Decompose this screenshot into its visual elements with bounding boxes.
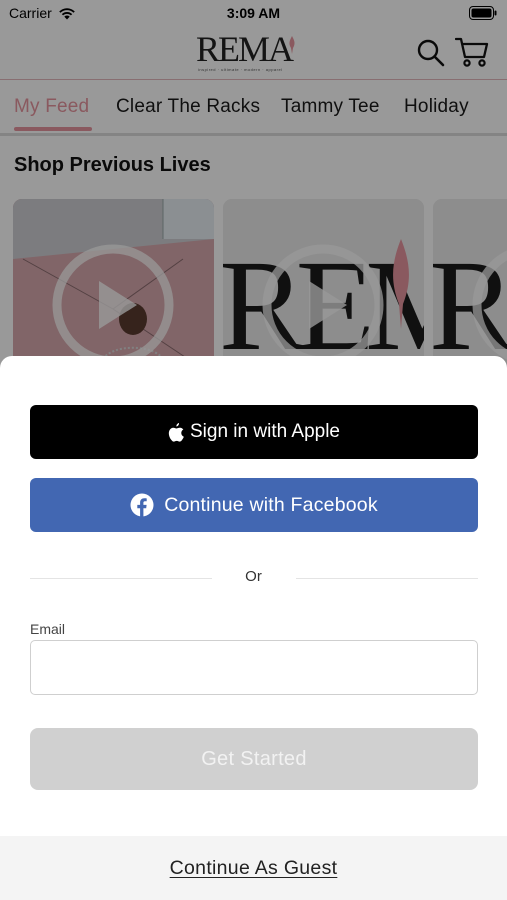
continue-with-facebook-button[interactable]: Continue with Facebook: [30, 478, 478, 532]
email-field[interactable]: [30, 640, 478, 695]
apple-button-label: Sign in with Apple: [190, 421, 340, 442]
facebook-icon: [130, 493, 154, 517]
divider-right: [296, 578, 478, 579]
apple-icon: [168, 422, 184, 442]
or-separator: Or: [245, 568, 262, 585]
sign-in-with-apple-button[interactable]: Sign in with Apple: [30, 405, 478, 459]
sign-in-sheet: Sign in with Apple Continue with Faceboo…: [0, 356, 507, 900]
get-started-button[interactable]: Get Started: [30, 728, 478, 790]
continue-as-guest-link[interactable]: Continue As Guest: [0, 857, 507, 880]
facebook-button-label: Continue with Facebook: [164, 493, 378, 516]
email-label: Email: [30, 621, 66, 637]
guest-bar: Continue As Guest: [0, 836, 507, 900]
